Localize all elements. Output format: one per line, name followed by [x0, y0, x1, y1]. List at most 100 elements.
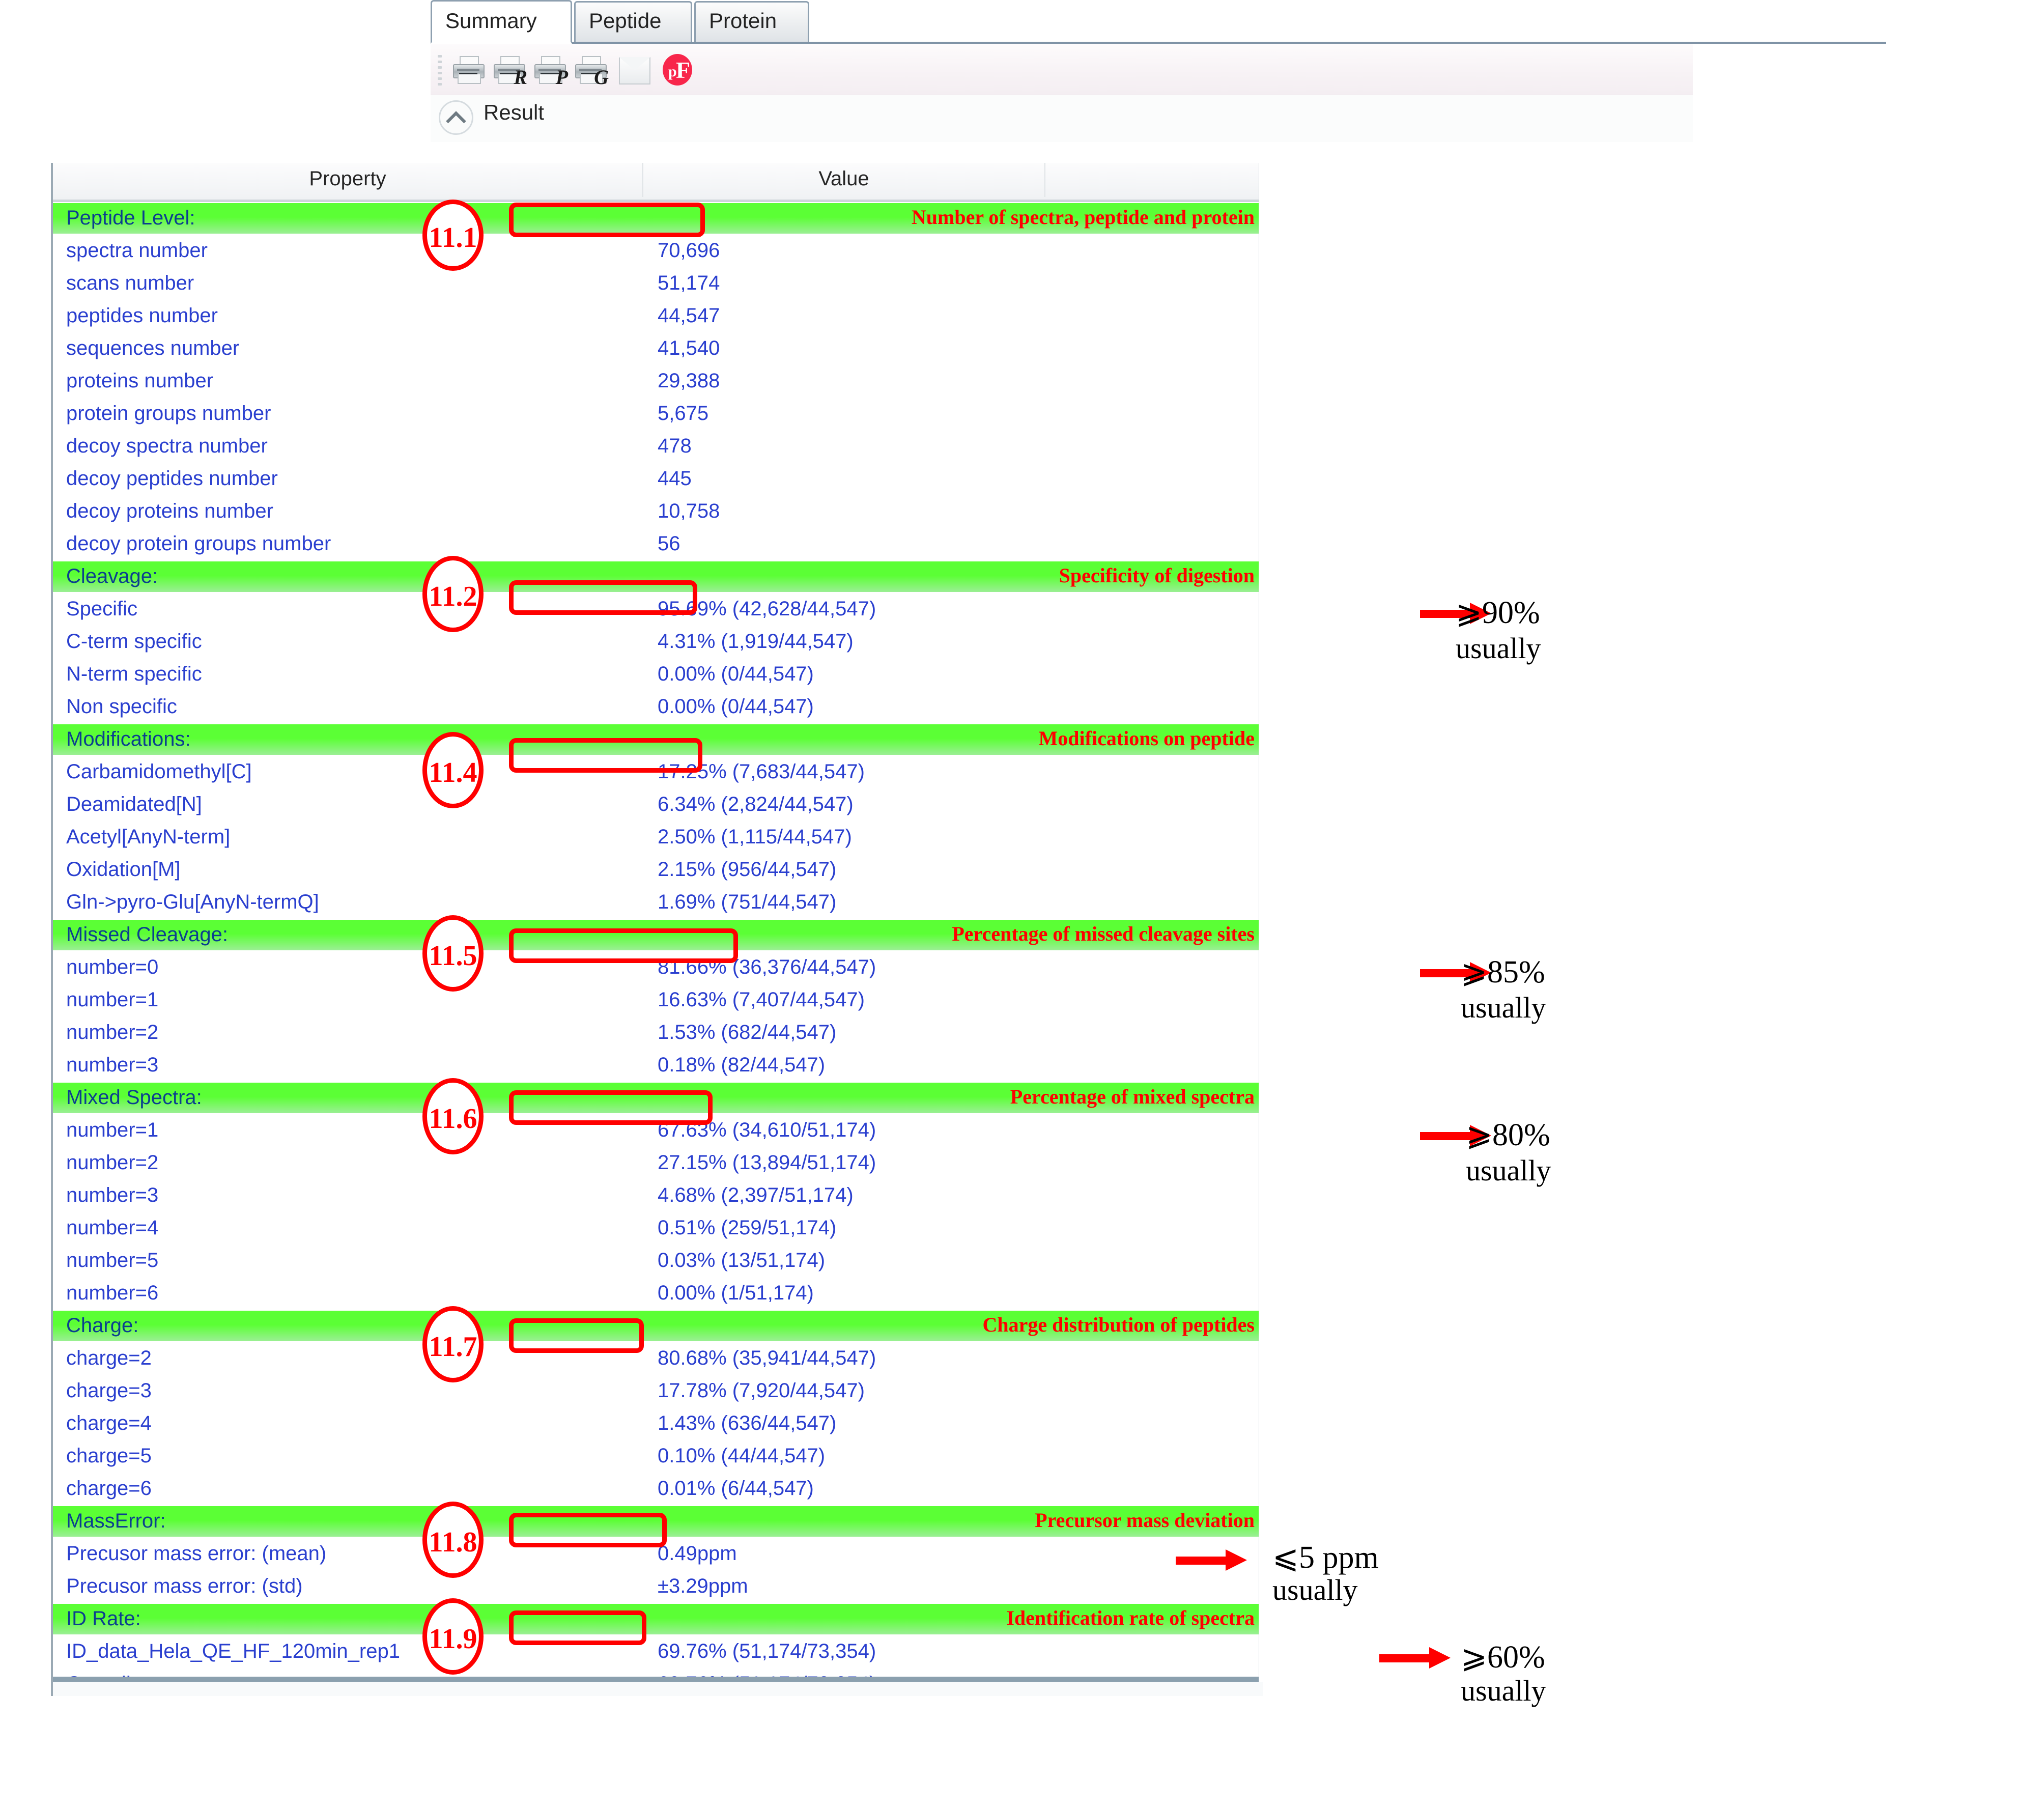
table-cell-value: 29,388: [658, 370, 720, 392]
tab-protein[interactable]: Protein: [694, 1, 809, 42]
table-cell-value: 1.53% (682/44,547): [658, 1021, 837, 1043]
table-cell-property: Precusor mass error: (mean): [66, 1542, 327, 1565]
pfind-logo-icon[interactable]: p F: [659, 52, 696, 88]
table-row[interactable]: ID_data_Hela_QE_HF_120min_rep1 69.76% (51…: [53, 1635, 1259, 1668]
print-icon[interactable]: [450, 52, 488, 88]
table-cell-property: Carbamidomethyl[C]: [66, 760, 252, 783]
print-report-icon[interactable]: R: [491, 52, 528, 88]
table-row[interactable]: number=6 0.00% (1/51,174): [53, 1277, 1259, 1310]
email-icon[interactable]: [615, 52, 652, 88]
table-cell-property: number=6: [66, 1282, 159, 1304]
table-row[interactable]: Acetyl[AnyN-term] 2.50% (1,115/44,547): [53, 821, 1259, 854]
table-row[interactable]: decoy proteins number 10,758: [53, 495, 1259, 528]
table-cell-property: number=4: [66, 1217, 159, 1239]
table-row[interactable]: Gln->pyro-Glu[AnyN-termQ] 1.69% (751/44,5…: [53, 886, 1259, 919]
table-row[interactable]: number=2 27.15% (13,894/51,174): [53, 1147, 1259, 1179]
table-row[interactable]: peptides number 44,547: [53, 300, 1259, 332]
table-row[interactable]: number=5 0.03% (13/51,174): [53, 1245, 1259, 1277]
section-label: Modifications:: [66, 728, 191, 750]
section-annotation-note: Identification rate of spectra: [1006, 1606, 1255, 1629]
table-section-row[interactable]: Charge: Charge distribution of peptides: [53, 1310, 1259, 1342]
table-row[interactable]: decoy protein groups number 56: [53, 528, 1259, 560]
table-row[interactable]: C-term specific 4.31% (1,919/44,547): [53, 626, 1259, 658]
table-row[interactable]: Oxidation[M] 2.15% (956/44,547): [53, 854, 1259, 886]
table-row[interactable]: number=0 81.66% (36,376/44,547): [53, 951, 1259, 984]
table-section-row[interactable]: ID Rate: Identification rate of spectra: [53, 1603, 1259, 1635]
table-section-row[interactable]: Peptide Level: Number of spectra, peptide…: [53, 202, 1259, 235]
table-row[interactable]: Non specific 0.00% (0/44,547): [53, 691, 1259, 723]
table-cell-property: number=3: [66, 1054, 159, 1076]
table-row[interactable]: decoy spectra number 478: [53, 430, 1259, 463]
table-row[interactable]: proteins number 29,388: [53, 365, 1259, 398]
table-section-row[interactable]: Cleavage: Specificity of digestion: [53, 560, 1259, 593]
tab-summary[interactable]: Summary: [431, 0, 572, 44]
table-cell-value: 0.01% (6/44,547): [658, 1477, 814, 1500]
table-cell-property: charge=4: [66, 1412, 152, 1434]
table-cell-value: 1.43% (636/44,547): [658, 1412, 837, 1434]
table-row[interactable]: protein groups number 5,675: [53, 398, 1259, 430]
print-group-icon[interactable]: G: [572, 52, 610, 88]
table-row[interactable]: charge=2 80.68% (35,941/44,547): [53, 1342, 1259, 1375]
table-row[interactable]: number=1 16.63% (7,407/44,547): [53, 984, 1259, 1016]
table-row[interactable]: Precusor mass error: (mean) 0.49ppm: [53, 1538, 1259, 1570]
table-row[interactable]: charge=5 0.10% (44/44,547): [53, 1440, 1259, 1473]
table-row[interactable]: number=4 0.51% (259/51,174): [53, 1212, 1259, 1245]
table-cell-property: charge=5: [66, 1445, 152, 1467]
table-cell-property: number=2: [66, 1021, 159, 1043]
table-row[interactable]: charge=4 1.43% (636/44,547): [53, 1407, 1259, 1440]
table-cell-property: charge=2: [66, 1347, 152, 1369]
table-row[interactable]: Precusor mass error: (std) ±3.29ppm: [53, 1570, 1259, 1603]
table-section-row[interactable]: Modifications: Modifications on peptide: [53, 723, 1259, 756]
table-row[interactable]: spectra number 70,696: [53, 235, 1259, 267]
table-row[interactable]: N-term specific 0.00% (0/44,547): [53, 658, 1259, 691]
table-cell-value: 51,174: [658, 272, 720, 294]
table-row[interactable]: Specific 95.69% (42,628/44,547): [53, 593, 1259, 626]
collapse-toggle-icon[interactable]: [439, 100, 473, 135]
table-row[interactable]: number=1 67.63% (34,610/51,174): [53, 1114, 1259, 1147]
table-cell-property: decoy spectra number: [66, 435, 268, 457]
table-cell-property: sequences number: [66, 337, 240, 359]
table-row[interactable]: charge=3 17.78% (7,920/44,547): [53, 1375, 1259, 1407]
table-row[interactable]: number=3 4.68% (2,397/51,174): [53, 1179, 1259, 1212]
table-cell-value: 27.15% (13,894/51,174): [658, 1151, 876, 1174]
column-header-value[interactable]: Value: [643, 163, 1045, 197]
section-label: ID Rate:: [66, 1607, 141, 1630]
table-cell-value: 56: [658, 532, 680, 555]
table-cell-property: decoy peptides number: [66, 467, 278, 490]
section-annotation-note: Specificity of digestion: [1059, 564, 1255, 587]
tab-peptide[interactable]: Peptide: [574, 1, 692, 42]
table-section-row[interactable]: MassError: Precursor mass deviation: [53, 1505, 1259, 1538]
table-row[interactable]: charge=6 0.01% (6/44,547): [53, 1473, 1259, 1505]
table-cell-property: scans number: [66, 272, 194, 294]
table-cell-property: Non specific: [66, 695, 177, 718]
table-section-row[interactable]: Mixed Spectra: Percentage of mixed spectr…: [53, 1082, 1259, 1114]
column-header-extra[interactable]: [1045, 163, 1259, 197]
table-row[interactable]: number=3 0.18% (82/44,547): [53, 1049, 1259, 1082]
table-cell-value: 41,540: [658, 337, 720, 359]
table-cell-value: 80.68% (35,941/44,547): [658, 1347, 876, 1369]
table-cell-value: 0.49ppm: [658, 1542, 737, 1565]
table-cell-property: Precusor mass error: (std): [66, 1575, 303, 1597]
table-cell-value: 95.69% (42,628/44,547): [658, 598, 876, 620]
table-cell-value: 69.76% (51,174/73,354): [658, 1640, 876, 1662]
table-row[interactable]: sequences number 41,540: [53, 332, 1259, 365]
table-row[interactable]: scans number 51,174: [53, 267, 1259, 300]
table-cell-property: C-term specific: [66, 630, 202, 653]
table-bottom-rule: [53, 1677, 1259, 1682]
tab-strip: Summary Peptide Protein: [431, 0, 1886, 44]
table-row[interactable]: number=2 1.53% (682/44,547): [53, 1016, 1259, 1049]
column-header-property[interactable]: Property: [53, 163, 643, 197]
table-cell-property: number=1: [66, 988, 159, 1011]
table-cell-value: 0.00% (1/51,174): [658, 1282, 814, 1304]
print-peptide-icon[interactable]: P: [531, 52, 569, 88]
table-section-row[interactable]: Missed Cleavage: Percentage of missed cle…: [53, 919, 1259, 951]
table-row[interactable]: decoy peptides number 445: [53, 463, 1259, 495]
table-row[interactable]: Deamidated[N] 6.34% (2,824/44,547): [53, 788, 1259, 821]
section-annotation-note: Charge distribution of peptides: [982, 1313, 1255, 1336]
toolbar-grip[interactable]: [438, 55, 443, 86]
section-annotation-note: Precursor mass deviation: [1035, 1509, 1255, 1532]
table-cell-property: ID_data_Hela_QE_HF_120min_rep1: [66, 1640, 400, 1662]
table-row[interactable]: Carbamidomethyl[C] 17.25% (7,683/44,547): [53, 756, 1259, 788]
tab-protein-label: Protein: [709, 9, 777, 33]
table-bottom-gap: [53, 1682, 1263, 1696]
